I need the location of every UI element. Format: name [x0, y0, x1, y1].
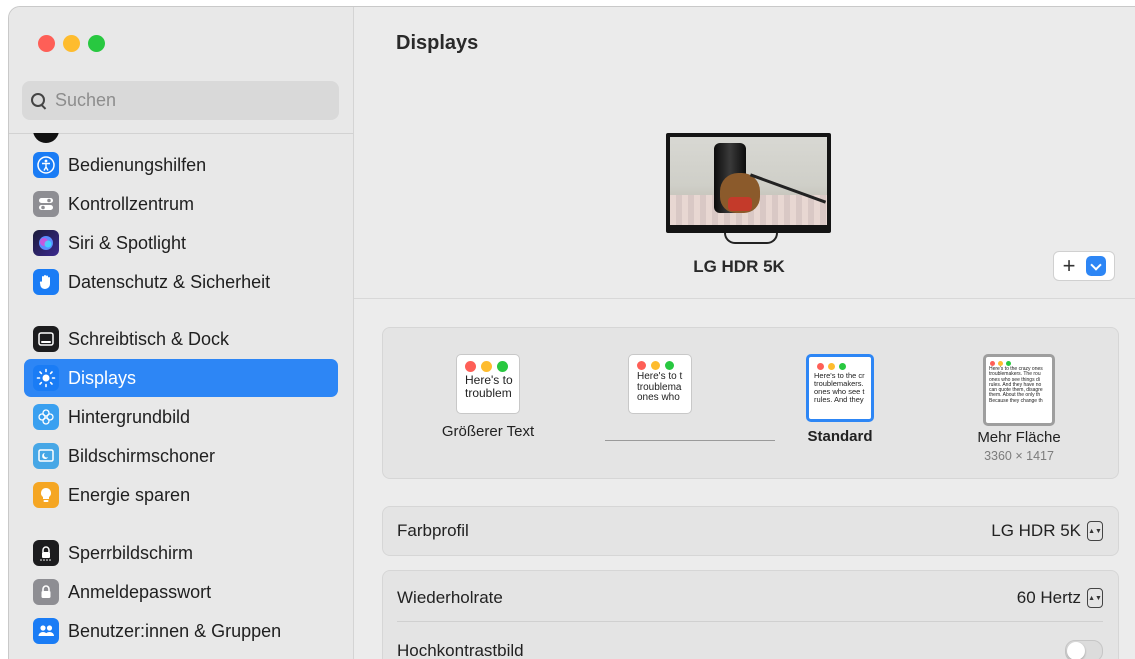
- search-input[interactable]: [53, 89, 327, 112]
- high-contrast-row: Hochkontrastbild: [397, 629, 1103, 659]
- sidebar-item-datenschutz[interactable]: Datenschutz & Sicherheit: [24, 263, 338, 301]
- resolution-preview: Here's to the crazy ones troublemakers. …: [983, 354, 1055, 426]
- sidebar-item-sperrbildschirm[interactable]: Sperrbildschirm: [24, 534, 338, 572]
- sidebar-item-label: Siri & Spotlight: [68, 232, 187, 253]
- window-controls: [38, 35, 105, 52]
- resolution-label: Größerer Text: [441, 423, 535, 440]
- zoom-window-button[interactable]: [88, 35, 105, 52]
- close-window-button[interactable]: [38, 35, 55, 52]
- sidebar-top-divider: [9, 133, 353, 134]
- resolution-panel: Here's to troublem Größerer Text Here's …: [382, 327, 1119, 479]
- lock-screen-icon: [33, 540, 59, 566]
- color-profile-panel: Farbprofil LG HDR 5K ▲▼: [382, 506, 1119, 556]
- main-content: Displays LG HDR 5K + Here's to troublem …: [354, 7, 1135, 659]
- sidebar-item-label: Sperrbildschirm: [68, 542, 194, 563]
- sidebar-item-schreibtisch-dock[interactable]: Schreibtisch & Dock: [24, 320, 338, 358]
- control-center-icon: [33, 191, 59, 217]
- high-contrast-toggle[interactable]: [1065, 640, 1103, 659]
- sidebar-item-label: Schreibtisch & Dock: [68, 328, 230, 349]
- color-profile-select[interactable]: LG HDR 5K ▲▼: [991, 521, 1103, 541]
- resolution-option-2[interactable]: Here's to t troublema ones who: [585, 354, 735, 414]
- monitor-stand: [724, 233, 778, 244]
- resolution-label: Standard: [807, 428, 873, 445]
- add-display-button[interactable]: +: [1053, 251, 1115, 281]
- search-icon: [31, 92, 47, 109]
- sidebar-item-energie-sparen[interactable]: Energie sparen: [24, 476, 338, 514]
- sidebar-item-bildschirmschoner[interactable]: Bildschirmschoner: [24, 437, 338, 475]
- hand-icon: [33, 269, 59, 295]
- lock-icon: [33, 579, 59, 605]
- page-title: Displays: [396, 32, 479, 54]
- color-profile-row: Farbprofil LG HDR 5K ▲▼: [397, 509, 1103, 553]
- plus-icon: +: [1062, 253, 1076, 278]
- resolution-option-more-space[interactable]: Here's to the crazy ones troublemakers. …: [944, 354, 1094, 463]
- dock-icon: [33, 326, 59, 352]
- accessibility-icon: [33, 152, 59, 178]
- sidebar-item-label: Bedienungshilfen: [68, 154, 207, 175]
- resolution-size: 3360 × 1417: [984, 449, 1054, 463]
- resolution-option-standard[interactable]: Here's to the cr troublemakers. ones who…: [765, 354, 915, 445]
- sidebar-item-hintergrundbild[interactable]: Hintergrundbild: [24, 398, 338, 436]
- resolution-label: Mehr Fläche: [977, 429, 1061, 446]
- sidebar-item-label: Kontrollzentrum: [68, 193, 195, 214]
- sun-icon: [33, 365, 59, 391]
- color-profile-label: Farbprofil: [397, 521, 469, 540]
- users-icon: [33, 618, 59, 644]
- refresh-rate-label: Wiederholrate: [397, 588, 503, 607]
- monitor-thumbnail[interactable]: [666, 133, 831, 233]
- sidebar-item-benutzer-gruppen[interactable]: Benutzer:innen & Gruppen: [24, 612, 338, 650]
- resolution-preview: Here's to t troublema ones who: [628, 354, 692, 414]
- minimize-window-button[interactable]: [63, 35, 80, 52]
- refresh-rate-row: Wiederholrate 60 Hertz ▲▼: [397, 576, 1103, 620]
- sidebar-item-label: Datenschutz & Sicherheit: [68, 271, 271, 292]
- sidebar-item-label: Anmeldepasswort: [68, 581, 212, 602]
- resolution-preview: Here's to troublem: [456, 354, 520, 414]
- sidebar-item-label: Hintergrundbild: [68, 406, 191, 427]
- refresh-rate-select[interactable]: 60 Hertz ▲▼: [1017, 588, 1103, 608]
- refresh-panel: Wiederholrate 60 Hertz ▲▼ Hochkontrastbi…: [382, 570, 1119, 659]
- sidebar-item-label: Bildschirmschoner: [68, 445, 216, 466]
- wallpaper-icon: [33, 404, 59, 430]
- resolution-slider-track: [605, 440, 775, 441]
- display-name: LG HDR 5K: [693, 257, 785, 276]
- sidebar-item-label: Displays: [68, 367, 137, 388]
- chevron-down-icon[interactable]: [1086, 256, 1106, 276]
- siri-icon: [33, 230, 59, 256]
- high-contrast-label: Hochkontrastbild: [397, 641, 524, 659]
- sidebar-item-kontrollzentrum[interactable]: Kontrollzentrum: [24, 185, 338, 223]
- resolution-preview-selected: Here's to the cr troublemakers. ones who…: [806, 354, 874, 422]
- up-down-chevron-icon: ▲▼: [1087, 588, 1103, 608]
- sidebar-item-siri-spotlight[interactable]: Siri & Spotlight: [24, 224, 338, 262]
- sidebar: Bedienungshilfen Kontrollzentrum Siri & …: [9, 7, 354, 659]
- sidebar-item-displays[interactable]: Displays: [24, 359, 338, 397]
- row-divider: [397, 621, 1103, 622]
- battery-icon: [33, 482, 59, 508]
- monitor-wallpaper-preview: [670, 137, 827, 225]
- screensaver-icon: [33, 443, 59, 469]
- up-down-chevron-icon: ▲▼: [1087, 521, 1103, 541]
- search-field[interactable]: [22, 81, 339, 120]
- partially-hidden-item-icon: [33, 133, 59, 143]
- sidebar-item-bedienungshilfen[interactable]: Bedienungshilfen: [24, 146, 338, 184]
- sidebar-item-anmeldepasswort[interactable]: Anmeldepasswort: [24, 573, 338, 611]
- settings-window: Bedienungshilfen Kontrollzentrum Siri & …: [8, 6, 1135, 659]
- resolution-option-larger-text[interactable]: Here's to troublem Größerer Text: [413, 354, 563, 440]
- display-arrangement-area: Displays LG HDR 5K +: [354, 7, 1135, 299]
- sidebar-item-label: Benutzer:innen & Gruppen: [68, 620, 282, 641]
- sidebar-item-label: Energie sparen: [68, 484, 191, 505]
